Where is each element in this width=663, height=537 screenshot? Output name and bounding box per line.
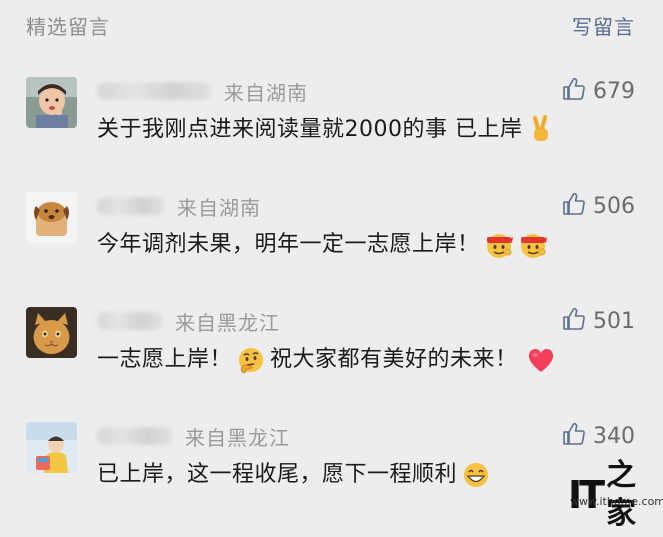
like-button[interactable]: 679 (561, 77, 635, 105)
write-comment-button[interactable]: 写留言 (572, 11, 635, 40)
thumbs-up-icon (561, 421, 587, 451)
comment-item: 来自湖南 679 关于我刚点进来阅读量就2000的事 已上岸 (0, 77, 663, 192)
like-button[interactable]: 501 (561, 307, 635, 335)
comment-text: 一志愿上岸！ 祝大家都有美好的未来！ (97, 341, 556, 375)
comment-text-continued: 祝大家都有美好的未来！ (270, 347, 518, 372)
red-heart-icon (526, 345, 556, 375)
like-count: 501 (593, 308, 635, 334)
comment-location: 来自黑龙江 (175, 310, 280, 335)
victory-hand-icon (526, 115, 556, 145)
thinking-face-icon (236, 345, 266, 375)
blurred-username (97, 197, 165, 215)
like-button[interactable]: 506 (561, 192, 635, 220)
avatar[interactable] (26, 307, 77, 358)
watermark-url: www.ithome.com (570, 495, 663, 508)
avatar[interactable] (26, 77, 77, 128)
like-count: 506 (593, 193, 635, 219)
comment-text-body: 今年调剂未果，明年一定一志愿上岸！ (97, 232, 480, 257)
like-button[interactable]: 340 (561, 422, 635, 450)
comment-location: 来自黑龙江 (185, 425, 290, 450)
comment-text: 关于我刚点进来阅读量就2000的事 已上岸 (97, 111, 556, 145)
comment-text-body: 一志愿上岸！ (97, 347, 233, 372)
ithome-watermark: IT 之家 www.ithome.com (562, 457, 663, 531)
comment-text-body: 已上岸，这一程收尾，愿下一程顺利 (97, 462, 458, 487)
comment-text: 已上岸，这一程收尾，愿下一程顺利 (97, 456, 491, 490)
section-title: 精选留言 (26, 15, 110, 39)
like-count: 679 (593, 78, 635, 104)
comments-header: 精选留言 写留言 (0, 0, 663, 52)
comment-item: 来自湖南 506 今年调剂未果，明年一定一志愿上岸！ (0, 192, 663, 307)
comment-item: 来自黑龙江 501 一志愿上岸！ 祝大家都有美好的未来！ (0, 307, 663, 422)
thumbs-up-icon (561, 76, 587, 106)
headband-face-icon (484, 230, 514, 260)
thumbs-up-icon (561, 191, 587, 221)
avatar[interactable] (26, 422, 77, 473)
like-count: 340 (593, 423, 635, 449)
grinning-face-icon (461, 460, 491, 490)
blurred-username (97, 312, 163, 330)
avatar[interactable] (26, 192, 77, 243)
headband-face-icon (518, 230, 548, 260)
comment-location: 来自湖南 (177, 195, 261, 220)
blurred-username (97, 427, 173, 445)
comment-text: 今年调剂未果，明年一定一志愿上岸！ (97, 226, 548, 260)
comment-text-body: 关于我刚点进来阅读量就2000的事 已上岸 (97, 117, 523, 142)
blurred-username (97, 82, 212, 100)
thumbs-up-icon (561, 306, 587, 336)
comment-location: 来自湖南 (224, 80, 308, 105)
